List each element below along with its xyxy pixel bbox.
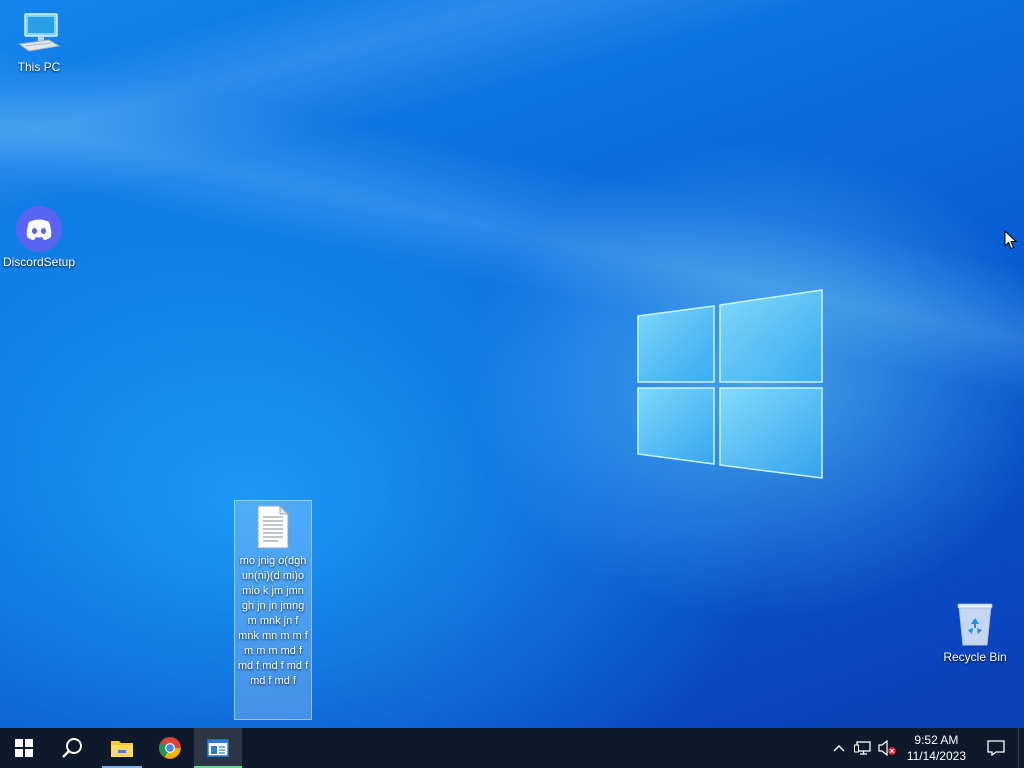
chrome-icon xyxy=(159,737,181,759)
clock[interactable]: 9:52 AM 11/14/2023 xyxy=(899,732,974,764)
mouse-cursor-icon xyxy=(1004,230,1018,250)
file-explorer-icon xyxy=(111,741,133,757)
taskbar-file-explorer[interactable] xyxy=(98,728,146,768)
volume-muted-icon xyxy=(878,740,896,756)
desktop-icon-recycle-bin[interactable]: Recycle Bin xyxy=(937,600,1013,664)
system-tray: 9:52 AM 11/14/2023 xyxy=(827,728,1024,768)
desktop-icon-label: This PC xyxy=(17,60,61,74)
search-button[interactable] xyxy=(48,728,96,768)
windows-logo-wallpaper xyxy=(637,289,823,479)
light-beam xyxy=(0,0,1024,728)
taskbar: 9:52 AM 11/14/2023 xyxy=(0,728,1024,768)
discord-icon xyxy=(16,206,62,252)
text-document-icon xyxy=(257,504,290,549)
search-icon xyxy=(62,738,82,758)
desktop-icon-discordsetup[interactable]: DiscordSetup xyxy=(1,205,77,269)
desktop-icon-label: DiscordSetup xyxy=(2,255,76,269)
desktop: This PC DiscordSetup Recycle Bin mo jnig… xyxy=(0,0,1024,728)
network-button[interactable] xyxy=(851,728,875,768)
chevron-up-icon xyxy=(833,745,845,752)
clock-date: 11/14/2023 xyxy=(906,749,966,763)
start-button[interactable] xyxy=(0,728,48,768)
desktop-icon-label: Recycle Bin xyxy=(943,650,1007,664)
clock-time: 9:52 AM xyxy=(914,733,959,747)
taskbar-chrome[interactable] xyxy=(146,728,194,768)
desktop-icon-text-file[interactable]: mo jnig o(dgh un(ni)(d mi)o mio k jm jmn… xyxy=(234,500,312,720)
file-name-label: mo jnig o(dgh un(ni)(d mi)o mio k jm jmn… xyxy=(237,555,309,687)
taskbar-active-window[interactable] xyxy=(194,728,242,768)
volume-button[interactable] xyxy=(875,728,899,768)
app-window-icon xyxy=(207,739,229,757)
show-desktop-button[interactable] xyxy=(1018,728,1024,768)
this-pc-icon xyxy=(17,13,61,52)
network-icon xyxy=(853,741,871,755)
windows-start-icon xyxy=(15,739,33,757)
show-hidden-icons-button[interactable] xyxy=(827,728,851,768)
light-beam xyxy=(0,0,1024,728)
action-center-button[interactable] xyxy=(974,728,1018,768)
notification-icon xyxy=(987,740,1005,756)
recycle-bin-icon xyxy=(957,603,993,646)
desktop-icon-this-pc[interactable]: This PC xyxy=(1,10,77,74)
